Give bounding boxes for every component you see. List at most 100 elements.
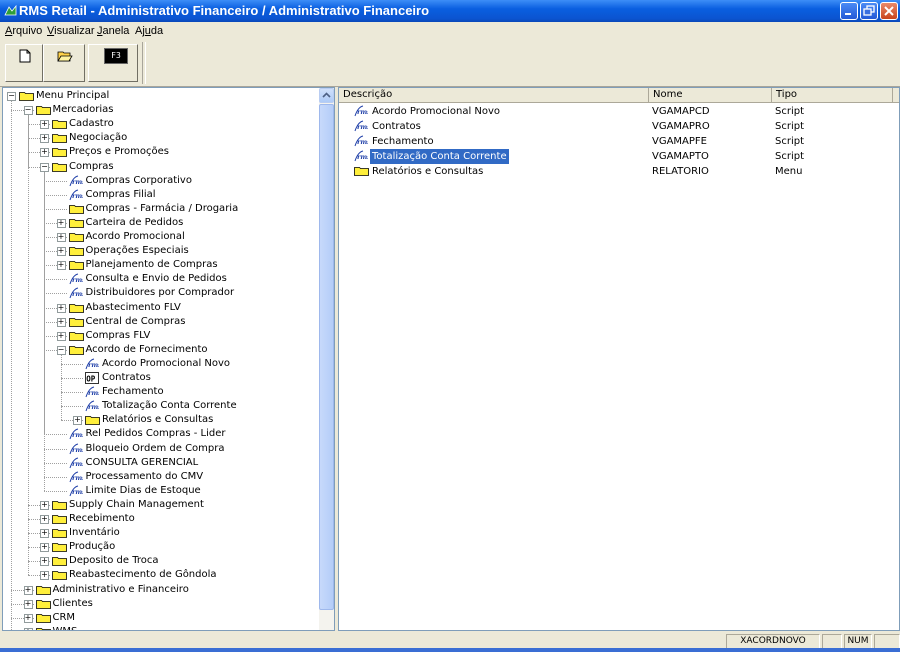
list-row[interactable]: rms Fechamento VGAMAPFE Script xyxy=(339,134,899,149)
expand-icon[interactable]: + xyxy=(56,247,66,257)
tree-item[interactable]: rmsCompras Filial xyxy=(3,188,319,202)
expand-icon[interactable]: + xyxy=(40,571,49,581)
menu-tree: − Menu Principal − Mercadorias + Cadastro + Neg… xyxy=(3,88,319,630)
menu-arquivo[interactable]: Arquivo xyxy=(5,25,42,37)
expand-icon[interactable]: + xyxy=(23,599,33,609)
expand-icon[interactable]: + xyxy=(40,515,49,524)
restore-button[interactable] xyxy=(860,2,878,20)
list-row[interactable]: rms Contratos VGAMAPRO Script xyxy=(339,119,899,134)
expand-icon[interactable]: + xyxy=(56,303,66,313)
tree-item[interactable]: rmsDistribuidores por Comprador xyxy=(3,286,319,300)
tree-item-label: Rel Pedidos Compras - Lider xyxy=(85,428,226,440)
column-header-tipo[interactable]: Tipo xyxy=(772,88,893,103)
expand-icon[interactable]: + xyxy=(40,134,49,144)
expand-icon[interactable]: + xyxy=(56,233,66,242)
tree-item[interactable]: + Acordo Promocional xyxy=(3,230,319,244)
tree-item-label: Compras - Farmácia / Drogaria xyxy=(85,202,239,214)
tree-item[interactable]: + Preços e Promoções xyxy=(3,145,319,159)
status-empty-panel xyxy=(822,634,842,649)
expand-icon[interactable]: + xyxy=(23,613,33,623)
open-button[interactable] xyxy=(43,44,85,82)
tree-item[interactable]: + Reabastecimento de Gôndola xyxy=(3,568,319,582)
rms-program-icon: rms xyxy=(69,443,83,454)
expand-icon[interactable]: + xyxy=(40,557,49,567)
tree-item[interactable]: + WMS xyxy=(3,625,319,630)
tree-item[interactable]: rmsRel Pedidos Compras - Lider xyxy=(3,427,319,441)
tree-item[interactable]: − Mercadorias xyxy=(3,103,319,117)
menu-ajuda-rest: da xyxy=(150,25,164,37)
rms-program-icon: rms xyxy=(69,189,83,200)
tree-item[interactable]: rmsTotalização Conta Corrente xyxy=(3,399,319,413)
expand-icon[interactable]: + xyxy=(40,529,49,539)
collapse-icon[interactable]: − xyxy=(7,92,16,101)
tree-item[interactable]: rmsConsulta e Envio de Pedidos xyxy=(3,272,319,286)
expand-icon[interactable]: + xyxy=(56,261,66,271)
tree-item-label: CRM xyxy=(52,611,76,623)
new-button[interactable] xyxy=(5,44,43,82)
expand-icon[interactable]: + xyxy=(40,148,49,158)
expand-icon[interactable]: + xyxy=(56,317,66,327)
tree-item[interactable]: + Planejamento de Compras xyxy=(3,258,319,272)
rms-program-icon: rms xyxy=(85,400,99,412)
tree-item-label: Consulta e Envio de Pedidos xyxy=(85,273,227,285)
taskbar-edge xyxy=(0,648,900,652)
tree-item[interactable]: rmsCompras Corporativo xyxy=(3,174,319,188)
tree-item[interactable]: + Recebimento xyxy=(3,512,319,526)
tree-item[interactable]: rmsAcordo Promocional Novo xyxy=(3,357,319,371)
tree-item[interactable]: rmsCONSULTA GERENCIAL xyxy=(3,456,319,470)
expand-icon[interactable]: + xyxy=(40,500,49,510)
expand-icon[interactable]: + xyxy=(23,627,33,630)
column-header-nome[interactable]: Nome xyxy=(649,88,772,103)
tree-item[interactable]: + Carteira de Pedidos xyxy=(3,216,319,230)
close-button[interactable] xyxy=(880,2,898,20)
tree-item[interactable]: rmsProcessamento do CMV xyxy=(3,470,319,484)
menu-ajuda[interactable]: Ajuda xyxy=(135,25,163,37)
tree-item[interactable]: + Negociação xyxy=(3,131,319,145)
tree-item[interactable]: rmsFechamento xyxy=(3,385,319,399)
expand-icon[interactable]: + xyxy=(73,416,82,426)
rms-program-icon: rms xyxy=(69,273,83,285)
scroll-up-button[interactable] xyxy=(319,88,334,103)
tree-item[interactable]: + Deposito de Troca xyxy=(3,554,319,568)
tree-item[interactable]: − Compras xyxy=(3,160,319,174)
tree-item[interactable]: + Relatórios e Consultas xyxy=(3,413,319,427)
tree-item[interactable]: + Supply Chain Management xyxy=(3,498,319,512)
tree-vertical-scrollbar[interactable] xyxy=(319,88,334,630)
list-row[interactable]: rms Acordo Promocional Novo VGAMAPCD Script xyxy=(339,104,899,119)
expand-icon[interactable]: + xyxy=(23,585,33,595)
minimize-button[interactable] xyxy=(840,2,858,20)
tree-item[interactable]: + CRM xyxy=(3,611,319,625)
tree-item[interactable]: Compras - Farmácia / Drogaria xyxy=(3,202,319,216)
collapse-icon[interactable]: − xyxy=(56,345,66,355)
tree-item[interactable]: − Menu Principal xyxy=(3,89,319,103)
tree-item[interactable]: + Central de Compras xyxy=(3,315,319,329)
tree-item[interactable]: + Operações Especiais xyxy=(3,244,319,258)
expand-icon[interactable]: + xyxy=(40,120,49,130)
tree-item[interactable]: − Acordo de Fornecimento xyxy=(3,343,319,357)
title-bar[interactable]: RMS Retail - Administrativo Financeiro /… xyxy=(0,0,900,22)
tree-item[interactable]: + Inventário xyxy=(3,526,319,540)
collapse-icon[interactable]: − xyxy=(23,106,33,116)
f3-button[interactable]: F3 xyxy=(88,44,138,82)
expand-icon[interactable]: + xyxy=(56,218,66,228)
menu-visualizar[interactable]: Visualizar xyxy=(47,25,95,37)
tree-item-label: Administrativo e Financeiro xyxy=(52,583,189,595)
expand-icon[interactable]: + xyxy=(40,543,49,553)
list-cell-descricao: Acordo Promocional Novo xyxy=(372,106,501,117)
tree-item[interactable]: + Cadastro xyxy=(3,117,319,131)
tree-item[interactable]: rmsBloqueio Ordem de Compra xyxy=(3,442,319,456)
tree-item[interactable]: + Produção xyxy=(3,540,319,554)
tree-item[interactable]: + Abastecimento FLV xyxy=(3,301,319,315)
tree-item[interactable]: rmsLimite Dias de Estoque xyxy=(3,484,319,498)
list-row[interactable]: rmsTotalização Conta Corrente VGAMAPTO Scr… xyxy=(339,149,899,164)
tree-item[interactable]: + Clientes xyxy=(3,597,319,611)
column-header-descricao[interactable]: Descrição xyxy=(339,88,649,103)
expand-icon[interactable]: + xyxy=(56,331,66,341)
list-row[interactable]: Relatórios e Consultas RELATORIO Menu xyxy=(339,164,899,179)
collapse-icon[interactable]: − xyxy=(40,162,49,172)
tree-item[interactable]: + Administrativo e Financeiro xyxy=(3,583,319,597)
scroll-thumb[interactable] xyxy=(319,104,334,610)
tree-item[interactable]: + Compras FLV xyxy=(3,329,319,343)
tree-item[interactable]: OP Contratos xyxy=(3,371,319,385)
menu-janela[interactable]: Janela xyxy=(97,25,129,37)
